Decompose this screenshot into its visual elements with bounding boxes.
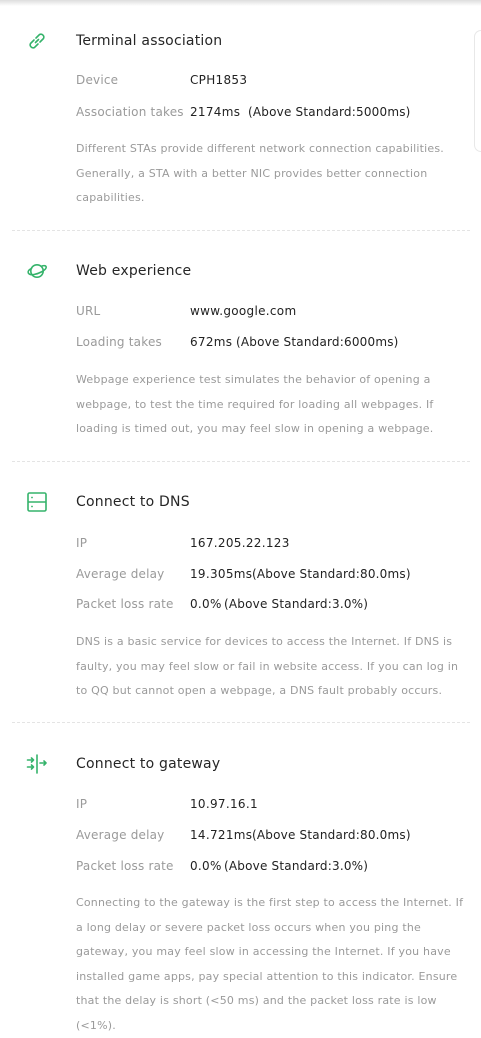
link-icon: [25, 29, 49, 53]
section-divider: [12, 461, 470, 462]
row-standard: (Above Standard:5000ms): [248, 105, 411, 119]
section-divider: [12, 230, 470, 231]
row-value: 0.0%: [190, 859, 222, 873]
row-value: www.google.com: [190, 304, 297, 318]
row-label: Average delay: [76, 828, 165, 842]
section-description: Webpage experience test simulates the be…: [76, 373, 434, 435]
row-label: URL: [76, 304, 101, 318]
row-value: 2174ms: [190, 105, 241, 119]
top-shadow: [0, 0, 481, 6]
gateway-arrows-icon: [25, 752, 49, 776]
section-description: Different STAs provide different network…: [76, 142, 444, 204]
planet-icon: [25, 259, 49, 283]
row-value: 0.0%: [190, 597, 222, 611]
row-label: Loading takes: [76, 335, 162, 349]
section-description: Connecting to the gateway is the first s…: [76, 896, 464, 1032]
row-label: IP: [76, 797, 88, 811]
row-standard: (Above Standard:3.0%): [224, 597, 369, 611]
row-label: Packet loss rate: [76, 859, 174, 873]
row-standard: (Above Standard:6000ms): [236, 335, 399, 349]
section-title: Terminal association: [76, 33, 223, 49]
scroll-indicator[interactable]: [474, 30, 481, 152]
row-standard: (Above Standard:3.0%): [224, 859, 369, 873]
section-title: Web experience: [76, 263, 192, 279]
row-value: 672ms: [190, 335, 233, 349]
row-standard: (Above Standard:80.0ms): [252, 828, 411, 842]
section-title: Connect to gateway: [76, 756, 221, 772]
section-divider: [12, 722, 470, 723]
row-value: 19.305ms: [190, 567, 253, 581]
row-label: Association takes: [76, 105, 184, 119]
section-description: DNS is a basic service for devices to ac…: [76, 635, 459, 697]
row-value: 167.205.22.123: [190, 536, 290, 550]
row-label: IP: [76, 536, 88, 550]
section-title: Connect to DNS: [76, 494, 190, 510]
row-value: 10.97.16.1: [190, 797, 258, 811]
row-value: CPH1853: [190, 73, 248, 87]
row-label: Average delay: [76, 567, 165, 581]
server-icon: [25, 490, 49, 514]
row-standard: (Above Standard:80.0ms): [252, 567, 411, 581]
row-label: Packet loss rate: [76, 597, 174, 611]
row-value: 14.721ms: [190, 828, 253, 842]
row-label: Device: [76, 73, 119, 87]
